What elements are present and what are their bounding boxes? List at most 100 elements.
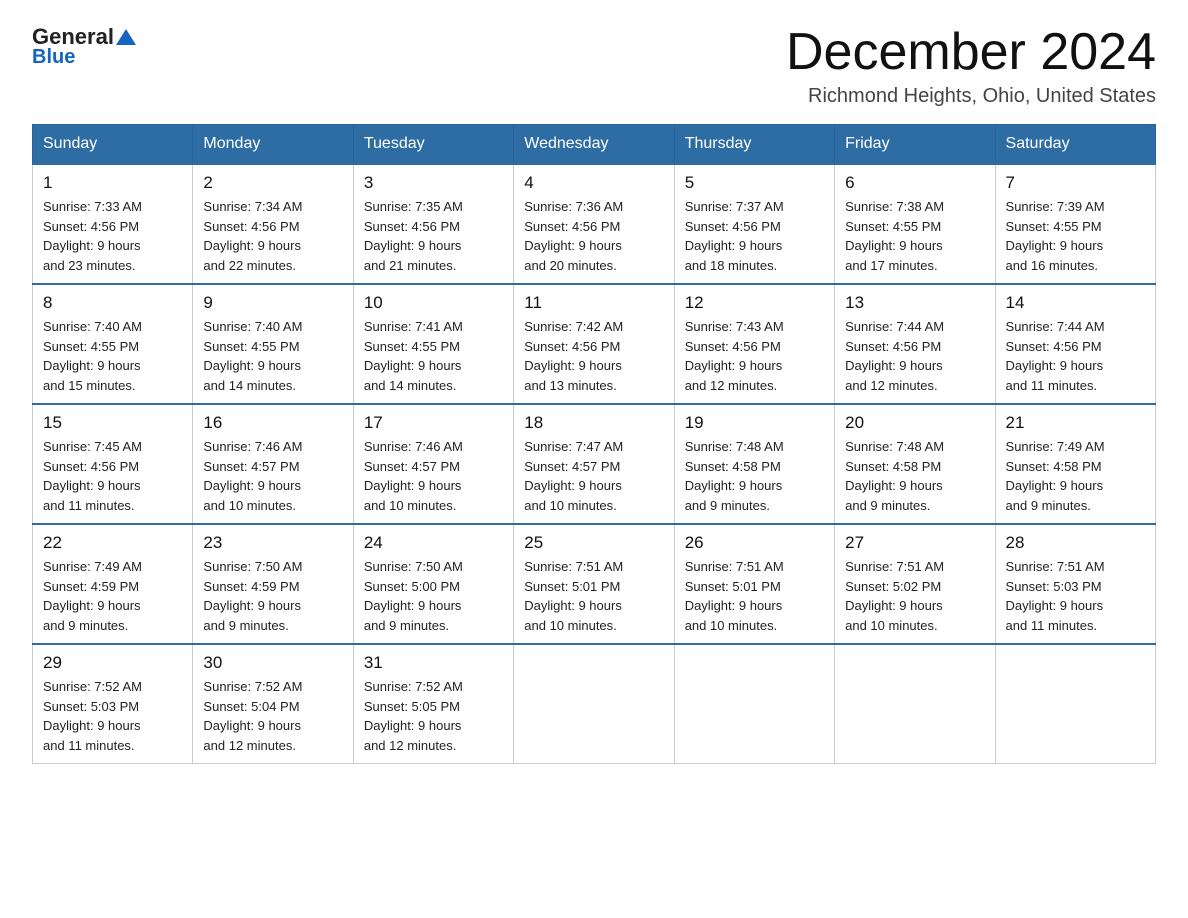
day-info: Sunrise: 7:50 AM Sunset: 5:00 PM Dayligh… — [364, 557, 503, 635]
week-row-2: 8 Sunrise: 7:40 AM Sunset: 4:55 PM Dayli… — [33, 284, 1156, 404]
calendar-cell: 7 Sunrise: 7:39 AM Sunset: 4:55 PM Dayli… — [995, 164, 1155, 284]
day-info: Sunrise: 7:37 AM Sunset: 4:56 PM Dayligh… — [685, 197, 824, 275]
day-number: 27 — [845, 533, 984, 553]
calendar-cell — [674, 644, 834, 764]
day-number: 10 — [364, 293, 503, 313]
day-info: Sunrise: 7:35 AM Sunset: 4:56 PM Dayligh… — [364, 197, 503, 275]
day-info: Sunrise: 7:50 AM Sunset: 4:59 PM Dayligh… — [203, 557, 342, 635]
calendar-cell: 28 Sunrise: 7:51 AM Sunset: 5:03 PM Dayl… — [995, 524, 1155, 644]
day-number: 15 — [43, 413, 182, 433]
calendar-cell — [835, 644, 995, 764]
day-number: 5 — [685, 173, 824, 193]
calendar-cell: 17 Sunrise: 7:46 AM Sunset: 4:57 PM Dayl… — [353, 404, 513, 524]
day-info: Sunrise: 7:48 AM Sunset: 4:58 PM Dayligh… — [685, 437, 824, 515]
calendar-cell: 29 Sunrise: 7:52 AM Sunset: 5:03 PM Dayl… — [33, 644, 193, 764]
logo: General Blue — [32, 24, 138, 69]
month-title: December 2024 — [786, 24, 1156, 81]
calendar-cell: 23 Sunrise: 7:50 AM Sunset: 4:59 PM Dayl… — [193, 524, 353, 644]
calendar-cell — [995, 644, 1155, 764]
day-number: 29 — [43, 653, 182, 673]
day-info: Sunrise: 7:41 AM Sunset: 4:55 PM Dayligh… — [364, 317, 503, 395]
calendar-cell: 18 Sunrise: 7:47 AM Sunset: 4:57 PM Dayl… — [514, 404, 674, 524]
day-number: 26 — [685, 533, 824, 553]
day-info: Sunrise: 7:44 AM Sunset: 4:56 PM Dayligh… — [1006, 317, 1145, 395]
day-info: Sunrise: 7:49 AM Sunset: 4:59 PM Dayligh… — [43, 557, 182, 635]
calendar-table: Sunday Monday Tuesday Wednesday Thursday… — [32, 124, 1156, 764]
calendar-cell: 22 Sunrise: 7:49 AM Sunset: 4:59 PM Dayl… — [33, 524, 193, 644]
calendar-cell: 13 Sunrise: 7:44 AM Sunset: 4:56 PM Dayl… — [835, 284, 995, 404]
day-info: Sunrise: 7:33 AM Sunset: 4:56 PM Dayligh… — [43, 197, 182, 275]
location-title: Richmond Heights, Ohio, United States — [786, 85, 1156, 108]
title-section: December 2024 Richmond Heights, Ohio, Un… — [786, 24, 1156, 108]
day-info: Sunrise: 7:45 AM Sunset: 4:56 PM Dayligh… — [43, 437, 182, 515]
day-number: 28 — [1006, 533, 1145, 553]
day-number: 3 — [364, 173, 503, 193]
day-info: Sunrise: 7:36 AM Sunset: 4:56 PM Dayligh… — [524, 197, 663, 275]
calendar-cell: 14 Sunrise: 7:44 AM Sunset: 4:56 PM Dayl… — [995, 284, 1155, 404]
day-info: Sunrise: 7:49 AM Sunset: 4:58 PM Dayligh… — [1006, 437, 1145, 515]
day-info: Sunrise: 7:52 AM Sunset: 5:03 PM Dayligh… — [43, 677, 182, 755]
col-monday: Monday — [193, 125, 353, 165]
day-info: Sunrise: 7:44 AM Sunset: 4:56 PM Dayligh… — [845, 317, 984, 395]
day-info: Sunrise: 7:39 AM Sunset: 4:55 PM Dayligh… — [1006, 197, 1145, 275]
day-info: Sunrise: 7:48 AM Sunset: 4:58 PM Dayligh… — [845, 437, 984, 515]
calendar-cell: 15 Sunrise: 7:45 AM Sunset: 4:56 PM Dayl… — [33, 404, 193, 524]
day-info: Sunrise: 7:51 AM Sunset: 5:03 PM Dayligh… — [1006, 557, 1145, 635]
calendar-cell: 5 Sunrise: 7:37 AM Sunset: 4:56 PM Dayli… — [674, 164, 834, 284]
calendar-cell: 9 Sunrise: 7:40 AM Sunset: 4:55 PM Dayli… — [193, 284, 353, 404]
calendar-cell: 11 Sunrise: 7:42 AM Sunset: 4:56 PM Dayl… — [514, 284, 674, 404]
calendar-cell: 3 Sunrise: 7:35 AM Sunset: 4:56 PM Dayli… — [353, 164, 513, 284]
calendar-cell: 19 Sunrise: 7:48 AM Sunset: 4:58 PM Dayl… — [674, 404, 834, 524]
day-number: 24 — [364, 533, 503, 553]
day-info: Sunrise: 7:51 AM Sunset: 5:01 PM Dayligh… — [685, 557, 824, 635]
col-wednesday: Wednesday — [514, 125, 674, 165]
week-row-1: 1 Sunrise: 7:33 AM Sunset: 4:56 PM Dayli… — [33, 164, 1156, 284]
day-info: Sunrise: 7:46 AM Sunset: 4:57 PM Dayligh… — [203, 437, 342, 515]
day-info: Sunrise: 7:46 AM Sunset: 4:57 PM Dayligh… — [364, 437, 503, 515]
calendar-cell: 10 Sunrise: 7:41 AM Sunset: 4:55 PM Dayl… — [353, 284, 513, 404]
calendar-cell: 26 Sunrise: 7:51 AM Sunset: 5:01 PM Dayl… — [674, 524, 834, 644]
day-info: Sunrise: 7:52 AM Sunset: 5:05 PM Dayligh… — [364, 677, 503, 755]
day-number: 12 — [685, 293, 824, 313]
day-info: Sunrise: 7:42 AM Sunset: 4:56 PM Dayligh… — [524, 317, 663, 395]
calendar-cell: 2 Sunrise: 7:34 AM Sunset: 4:56 PM Dayli… — [193, 164, 353, 284]
day-number: 30 — [203, 653, 342, 673]
calendar-cell: 4 Sunrise: 7:36 AM Sunset: 4:56 PM Dayli… — [514, 164, 674, 284]
day-number: 16 — [203, 413, 342, 433]
calendar-cell: 30 Sunrise: 7:52 AM Sunset: 5:04 PM Dayl… — [193, 644, 353, 764]
col-saturday: Saturday — [995, 125, 1155, 165]
calendar-cell: 21 Sunrise: 7:49 AM Sunset: 4:58 PM Dayl… — [995, 404, 1155, 524]
calendar-cell: 1 Sunrise: 7:33 AM Sunset: 4:56 PM Dayli… — [33, 164, 193, 284]
week-row-3: 15 Sunrise: 7:45 AM Sunset: 4:56 PM Dayl… — [33, 404, 1156, 524]
col-sunday: Sunday — [33, 125, 193, 165]
logo-triangle-icon — [115, 27, 137, 47]
calendar-cell: 12 Sunrise: 7:43 AM Sunset: 4:56 PM Dayl… — [674, 284, 834, 404]
calendar-cell: 24 Sunrise: 7:50 AM Sunset: 5:00 PM Dayl… — [353, 524, 513, 644]
day-info: Sunrise: 7:40 AM Sunset: 4:55 PM Dayligh… — [203, 317, 342, 395]
day-info: Sunrise: 7:47 AM Sunset: 4:57 PM Dayligh… — [524, 437, 663, 515]
day-number: 6 — [845, 173, 984, 193]
col-thursday: Thursday — [674, 125, 834, 165]
day-number: 7 — [1006, 173, 1145, 193]
day-info: Sunrise: 7:51 AM Sunset: 5:01 PM Dayligh… — [524, 557, 663, 635]
calendar-cell: 31 Sunrise: 7:52 AM Sunset: 5:05 PM Dayl… — [353, 644, 513, 764]
calendar-cell: 8 Sunrise: 7:40 AM Sunset: 4:55 PM Dayli… — [33, 284, 193, 404]
day-number: 18 — [524, 413, 663, 433]
day-info: Sunrise: 7:34 AM Sunset: 4:56 PM Dayligh… — [203, 197, 342, 275]
calendar-cell: 6 Sunrise: 7:38 AM Sunset: 4:55 PM Dayli… — [835, 164, 995, 284]
day-info: Sunrise: 7:38 AM Sunset: 4:55 PM Dayligh… — [845, 197, 984, 275]
page-header: General Blue December 2024 Richmond Heig… — [32, 24, 1156, 108]
day-number: 31 — [364, 653, 503, 673]
day-number: 4 — [524, 173, 663, 193]
calendar-cell: 27 Sunrise: 7:51 AM Sunset: 5:02 PM Dayl… — [835, 524, 995, 644]
day-number: 20 — [845, 413, 984, 433]
day-number: 17 — [364, 413, 503, 433]
day-number: 13 — [845, 293, 984, 313]
day-number: 21 — [1006, 413, 1145, 433]
calendar-cell: 20 Sunrise: 7:48 AM Sunset: 4:58 PM Dayl… — [835, 404, 995, 524]
calendar-cell: 16 Sunrise: 7:46 AM Sunset: 4:57 PM Dayl… — [193, 404, 353, 524]
day-number: 25 — [524, 533, 663, 553]
day-number: 1 — [43, 173, 182, 193]
day-info: Sunrise: 7:52 AM Sunset: 5:04 PM Dayligh… — [203, 677, 342, 755]
day-number: 9 — [203, 293, 342, 313]
